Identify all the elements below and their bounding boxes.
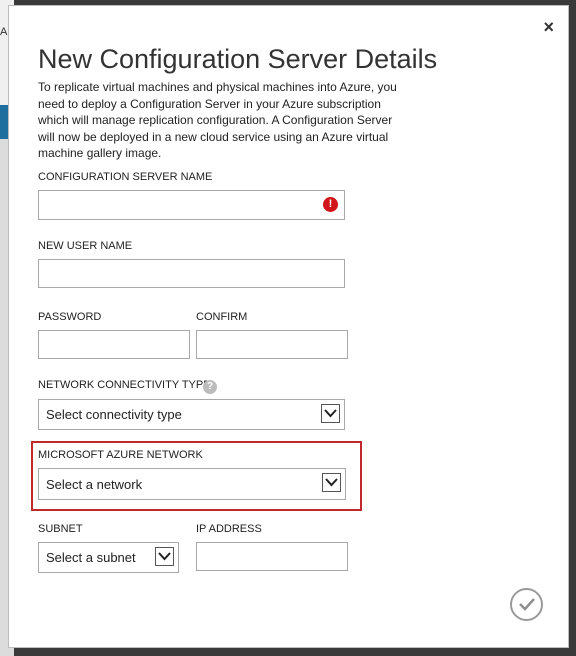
error-icon: ! [323,197,338,212]
server-name-label: CONFIGURATION SERVER NAME [38,171,213,183]
chevron-down-icon [321,404,340,423]
configuration-server-dialog: × New Configuration Server Details To re… [8,5,569,648]
subnet-label: SUBNET [38,523,83,535]
confirm-input[interactable] [196,330,348,359]
subnet-select[interactable]: Select a subnet [38,542,179,573]
user-name-input[interactable] [38,259,345,288]
chevron-down-icon [322,473,341,492]
help-icon[interactable]: ? [203,380,217,394]
ip-address-input[interactable] [196,542,348,571]
connectivity-label: NETWORK CONNECTIVITY TYPE [38,379,211,391]
password-input[interactable] [38,330,190,359]
dialog-description: To replicate virtual machines and physic… [38,80,397,160]
subnet-select-value: Select a subnet [46,550,136,565]
azure-network-label: MICROSOFT AZURE NETWORK [38,449,203,461]
connectivity-select[interactable]: Select connectivity type [38,399,345,430]
connectivity-select-value: Select connectivity type [46,407,182,422]
ip-address-label: IP ADDRESS [196,523,262,535]
chevron-down-icon [155,547,174,566]
azure-network-select-value: Select a network [46,477,143,492]
close-icon[interactable]: × [543,18,554,36]
server-name-input[interactable] [38,190,345,220]
password-label: PASSWORD [38,311,102,323]
user-name-label: NEW USER NAME [38,240,133,252]
azure-network-select[interactable]: Select a network [38,468,346,500]
confirm-label: CONFIRM [196,311,248,323]
dialog-title: New Configuration Server Details [38,44,438,74]
confirm-checkmark-button[interactable] [510,588,543,621]
